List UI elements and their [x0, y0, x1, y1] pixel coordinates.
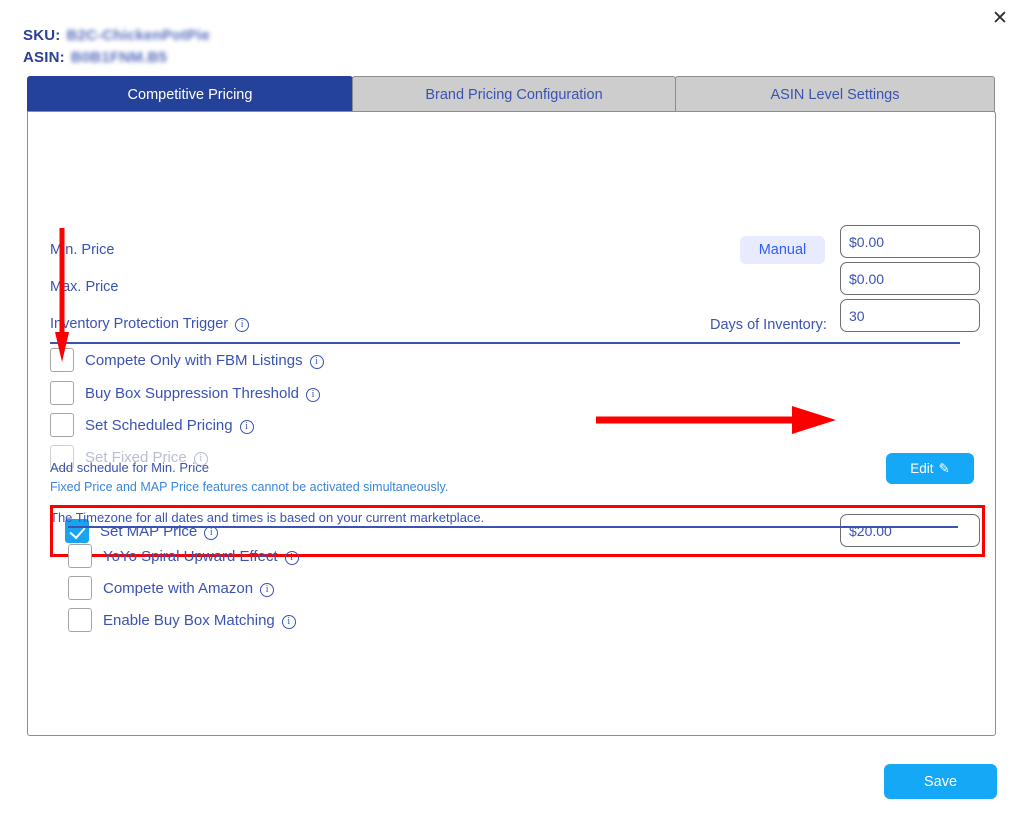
- checkbox-row-set-scheduled-pricing[interactable]: Set Scheduled Pricing i: [50, 412, 254, 438]
- sku-row: SKU: B2C-ChickenPotPie: [23, 25, 210, 47]
- checkbox-row-compete-with-amazon[interactable]: Compete with Amazon i: [68, 575, 275, 601]
- checkbox-label-yoyo-spiral-upward-effect: YoYo Spiral Upward Effect i: [103, 548, 299, 565]
- checkbox-row-enable-buy-box-matching[interactable]: Enable Buy Box Matching i: [68, 607, 296, 633]
- timezone-note: The Timezone for all dates and times is …: [50, 510, 485, 525]
- info-icon[interactable]: i: [309, 354, 324, 369]
- close-icon[interactable]: ✕: [986, 4, 1014, 32]
- checkbox-row-buy-box-suppression[interactable]: Buy Box Suppression Threshold i: [50, 380, 321, 406]
- info-icon[interactable]: i: [281, 614, 296, 629]
- checkbox-row-yoyo-spiral-upward-effect[interactable]: YoYo Spiral Upward Effect i: [68, 543, 299, 569]
- checkbox-compete-with-amazon[interactable]: [68, 576, 92, 600]
- pricing-settings-dialog: ✕ SKU: B2C-ChickenPotPie ASIN: B0B1FNM.B…: [0, 0, 1024, 833]
- days-of-inventory-input[interactable]: [840, 299, 980, 332]
- checkbox-row-compete-only-fbm[interactable]: Compete Only with FBM Listings i: [50, 347, 324, 373]
- pricing-mode-manual-button[interactable]: Manual: [740, 236, 825, 264]
- tab-asin-level-settings[interactable]: ASIN Level Settings: [675, 76, 995, 112]
- edit-schedule-button[interactable]: Edit ✎: [886, 453, 974, 484]
- checkbox-enable-buy-box-matching[interactable]: [68, 608, 92, 632]
- asin-row: ASIN: B0B1FNM.B5: [23, 47, 210, 69]
- edit-button-label: Edit: [910, 461, 934, 476]
- max-price-input[interactable]: [840, 262, 980, 295]
- asin-label: ASIN:: [23, 49, 65, 66]
- map-price-input[interactable]: [840, 514, 980, 547]
- checkbox-label-enable-buy-box-matching: Enable Buy Box Matching i: [103, 612, 296, 629]
- inventory-protection-trigger-label: Inventory Protection Trigger i: [50, 316, 250, 333]
- competitive-pricing-panel: Min. Price Manual Max. Price Inventory P…: [27, 111, 996, 736]
- info-icon[interactable]: i: [239, 419, 254, 434]
- min-price-input[interactable]: [840, 225, 980, 258]
- tab-brand-pricing-configuration[interactable]: Brand Pricing Configuration: [352, 76, 676, 112]
- pencil-icon: ✎: [938, 460, 950, 476]
- min-price-label: Min. Price: [50, 242, 115, 258]
- save-button[interactable]: Save: [884, 764, 997, 799]
- info-icon[interactable]: i: [284, 550, 299, 565]
- checkbox-label-compete-only-fbm: Compete Only with FBM Listings i: [85, 352, 324, 369]
- divider-bottom: [68, 526, 958, 528]
- checkbox-yoyo-spiral-upward-effect[interactable]: [68, 544, 92, 568]
- product-identifiers: SKU: B2C-ChickenPotPie ASIN: B0B1FNM.B5: [23, 25, 210, 69]
- fixed-price-map-warning: Fixed Price and MAP Price features canno…: [50, 480, 449, 494]
- days-of-inventory-label: Days of Inventory:: [710, 317, 827, 333]
- divider-top: [50, 342, 960, 344]
- sku-label: SKU:: [23, 27, 61, 44]
- checkbox-buy-box-suppression[interactable]: [50, 381, 74, 405]
- add-schedule-label: Add schedule for Min. Price: [50, 460, 209, 475]
- info-icon[interactable]: i: [260, 582, 275, 597]
- sku-value-redacted: B2C-ChickenPotPie: [66, 27, 210, 44]
- checkbox-label-compete-with-amazon: Compete with Amazon i: [103, 580, 275, 597]
- tab-competitive-pricing[interactable]: Competitive Pricing: [27, 76, 353, 112]
- info-icon[interactable]: i: [306, 387, 321, 402]
- max-price-label: Max. Price: [50, 279, 119, 295]
- checkbox-set-scheduled-pricing[interactable]: [50, 413, 74, 437]
- tab-bar: Competitive Pricing Brand Pricing Config…: [27, 76, 996, 112]
- asin-value-redacted: B0B1FNM.B5: [70, 49, 168, 66]
- checkbox-label-buy-box-suppression: Buy Box Suppression Threshold i: [85, 385, 321, 402]
- checkbox-label-set-scheduled-pricing: Set Scheduled Pricing i: [85, 417, 254, 434]
- checkbox-compete-only-fbm[interactable]: [50, 348, 74, 372]
- info-icon[interactable]: i: [235, 318, 250, 333]
